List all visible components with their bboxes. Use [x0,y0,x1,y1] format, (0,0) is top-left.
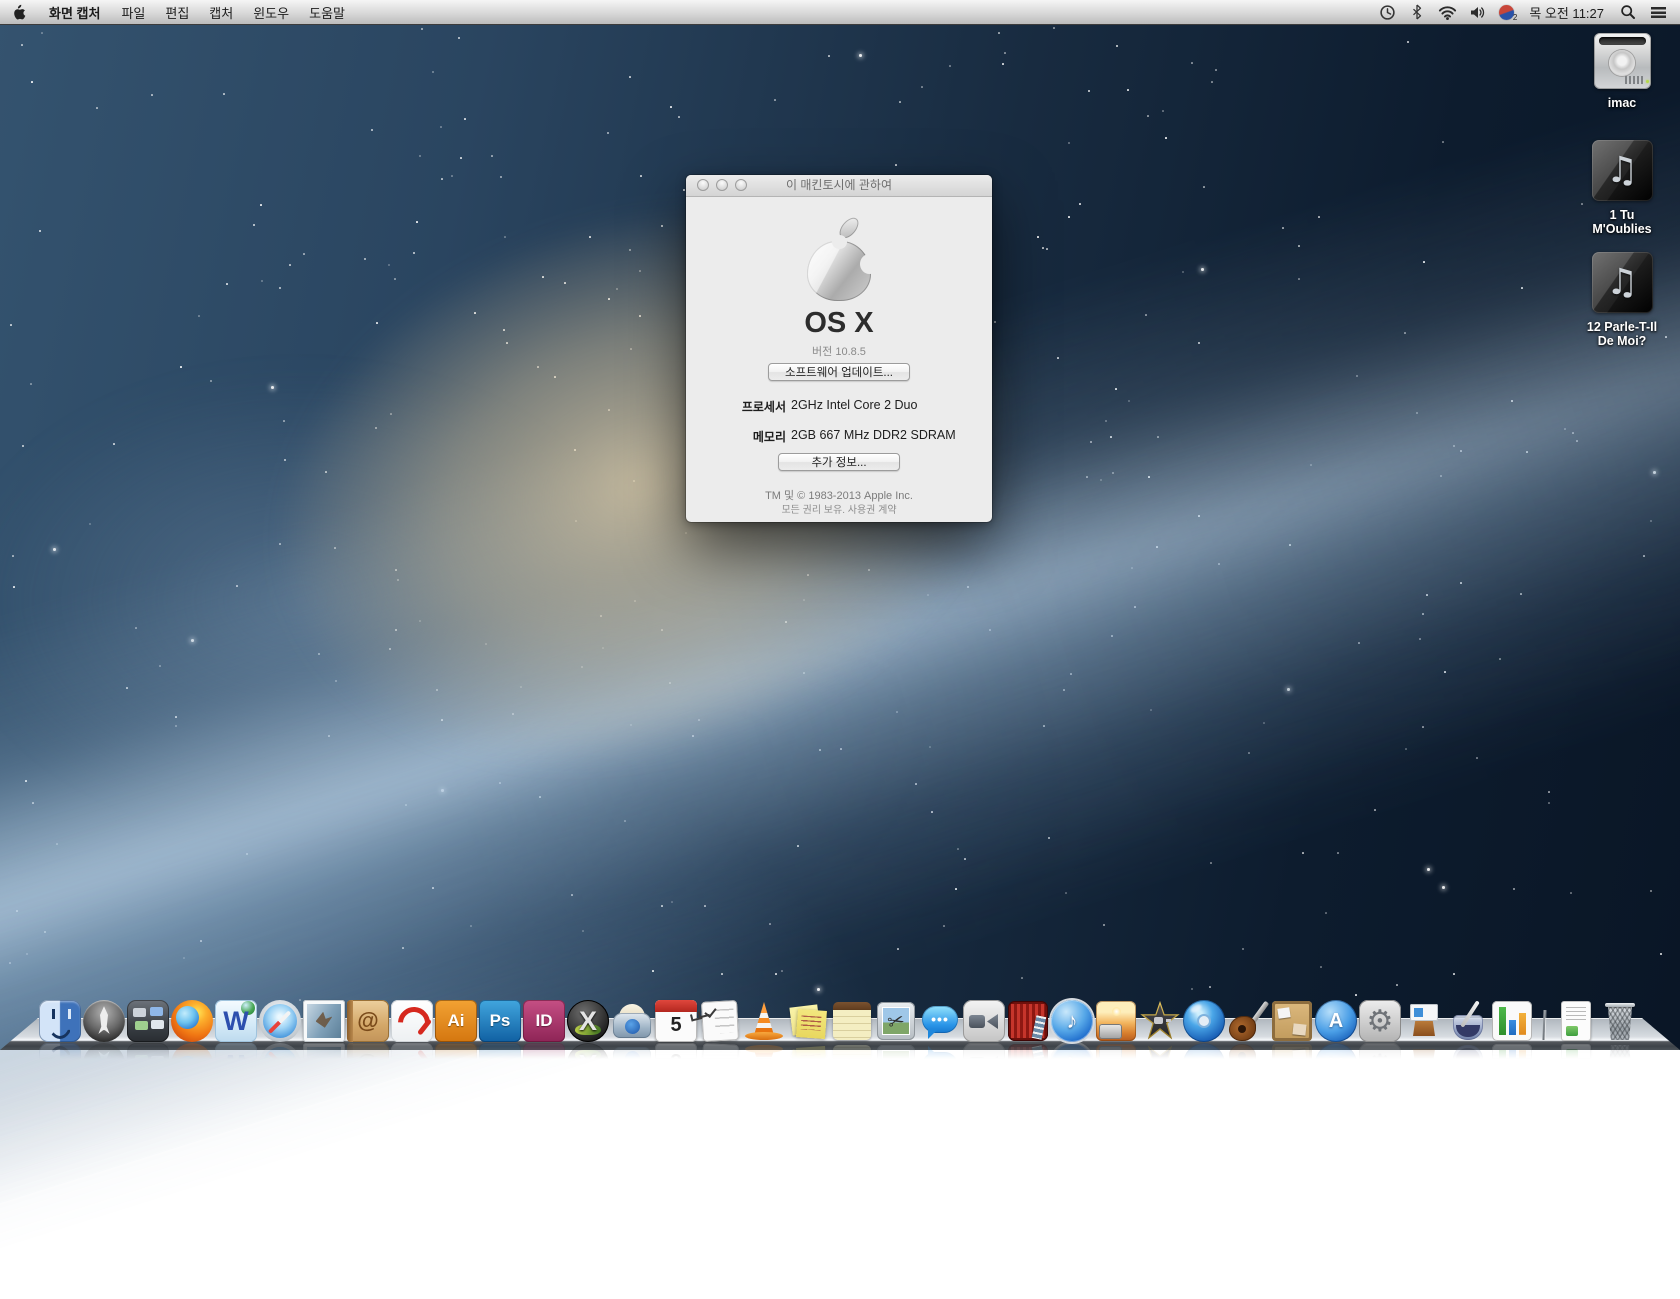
menu-item-help[interactable]: 도움말 [299,0,355,24]
desktop-icon-label: imac [1560,97,1680,111]
dock-grab[interactable]: ✂ [875,1000,917,1042]
audio-file-icon: ♫ [1592,252,1653,313]
hard-drive-icon [1594,33,1651,89]
dock-corkboard-app[interactable] [1271,1000,1313,1042]
desktop-icon-imac[interactable]: imac [1560,33,1680,111]
volume-icon[interactable] [1465,0,1489,24]
memory-row: 메모리 2GB 667 MHz DDR2 SDRAM [686,427,992,443]
dock-xee[interactable]: X [567,1000,609,1042]
dock-toast[interactable] [611,1000,653,1042]
dock-system-preferences[interactable]: ⚙ [1359,1000,1401,1042]
window-title: 이 매킨토시에 관하여 [686,175,992,196]
menu-item-app[interactable]: 화면 캡처 [38,0,111,24]
desktop-icon-label: 1 TuM'Oublies [1560,209,1680,236]
more-info-button[interactable]: 추가 정보... [778,453,900,471]
dock-finder[interactable] [39,1000,81,1042]
menu-bar-clock[interactable]: 목 오전 11:27 [1523,3,1610,22]
dock-document[interactable] [1555,1000,1597,1042]
about-this-mac-window: 이 매킨토시에 관하여 OS X 버전 10.8.5 소프트웨어 업데이트...… [686,175,992,522]
desktop-icon-audio-2[interactable]: ♫ 12 Parle-T-IlDe Moi? [1560,252,1680,348]
dock-adobe-reader[interactable] [391,1000,433,1042]
menu-bar-status: 2 목 오전 11:27 [1375,0,1680,24]
audio-file-icon: ♫ [1592,140,1653,201]
notification-center-icon[interactable] [1646,0,1670,24]
spotlight-icon[interactable] [1616,0,1640,24]
dock-idvd[interactable] [1183,1000,1225,1042]
menu-bar: 화면 캡처 파일 편집 캡처 윈도우 도움말 2 목 오전 11:27 [0,0,1680,25]
dock-launchpad[interactable] [83,1000,125,1042]
window-title-bar[interactable]: 이 매킨토시에 관하여 [686,175,992,197]
dock-pages[interactable] [1447,1000,1489,1042]
menu-item-file[interactable]: 파일 [111,0,155,24]
os-name: OS X [686,307,992,340]
bluetooth-icon[interactable] [1405,0,1429,24]
dock-vlc[interactable] [743,1000,785,1042]
menu-item-window[interactable]: 윈도우 [243,0,299,24]
dock-mail[interactable] [303,1000,345,1042]
dock-contacts[interactable]: @ [347,1000,389,1042]
apple-menu-icon[interactable] [0,0,38,24]
software-update-button[interactable]: 소프트웨어 업데이트... [768,363,910,381]
dock-imovie[interactable] [1139,1000,1181,1042]
time-machine-icon[interactable] [1375,0,1399,24]
dock-mission-control[interactable] [127,1000,169,1042]
dock-indesign[interactable]: ID [523,1000,565,1042]
input-source-flag-icon[interactable]: 2 [1495,0,1517,24]
dock-reminders[interactable] [699,1000,741,1042]
dock-messages[interactable]: ••• [919,1000,961,1042]
dock-app-store[interactable]: A [1315,1000,1357,1042]
dock-trash[interactable] [1599,1000,1641,1042]
dock-itunes[interactable]: ♪ [1051,1000,1093,1042]
dock-photo-booth[interactable] [1007,1000,1049,1042]
dock-notes[interactable] [831,1000,873,1042]
wifi-icon[interactable] [1435,0,1459,24]
menu-item-capture[interactable]: 캡처 [199,0,243,24]
wallpaper [0,0,1680,1050]
dock-iphoto[interactable] [1095,1000,1137,1042]
copyright-line-2: 모든 권리 보유. 사용권 계약 [686,501,992,516]
dock-illustrator[interactable]: Ai [435,1000,477,1042]
dock-separator [1542,1010,1545,1040]
dock-garageband[interactable] [1227,1000,1269,1042]
dock-firefox[interactable] [171,1000,213,1042]
dock-safari[interactable] [259,1000,301,1042]
dock-w-app[interactable]: W [215,1000,257,1042]
desktop-icon-audio-1[interactable]: ♫ 1 TuM'Oublies [1560,140,1680,236]
desktop-icon-label: 12 Parle-T-IlDe Moi? [1560,321,1680,348]
dock-facetime[interactable] [963,1000,1005,1042]
menu-bar-left: 화면 캡처 파일 편집 캡처 윈도우 도움말 [0,0,355,24]
menu-item-edit[interactable]: 편집 [155,0,199,24]
dock-stickies[interactable] [787,1000,829,1042]
dock-numbers[interactable] [1491,1000,1533,1042]
processor-row: 프로세서 2GHz Intel Core 2 Duo [686,397,992,413]
dock-photoshop[interactable]: Ps [479,1000,521,1042]
apple-logo [806,216,872,304]
dock-keynote[interactable] [1403,1000,1445,1042]
dock: W @ Ai Ps ID X 5 ✂ ••• ♪ A ⚙ [39,1000,1641,1042]
os-version: 버전 10.8.5 [686,343,992,359]
